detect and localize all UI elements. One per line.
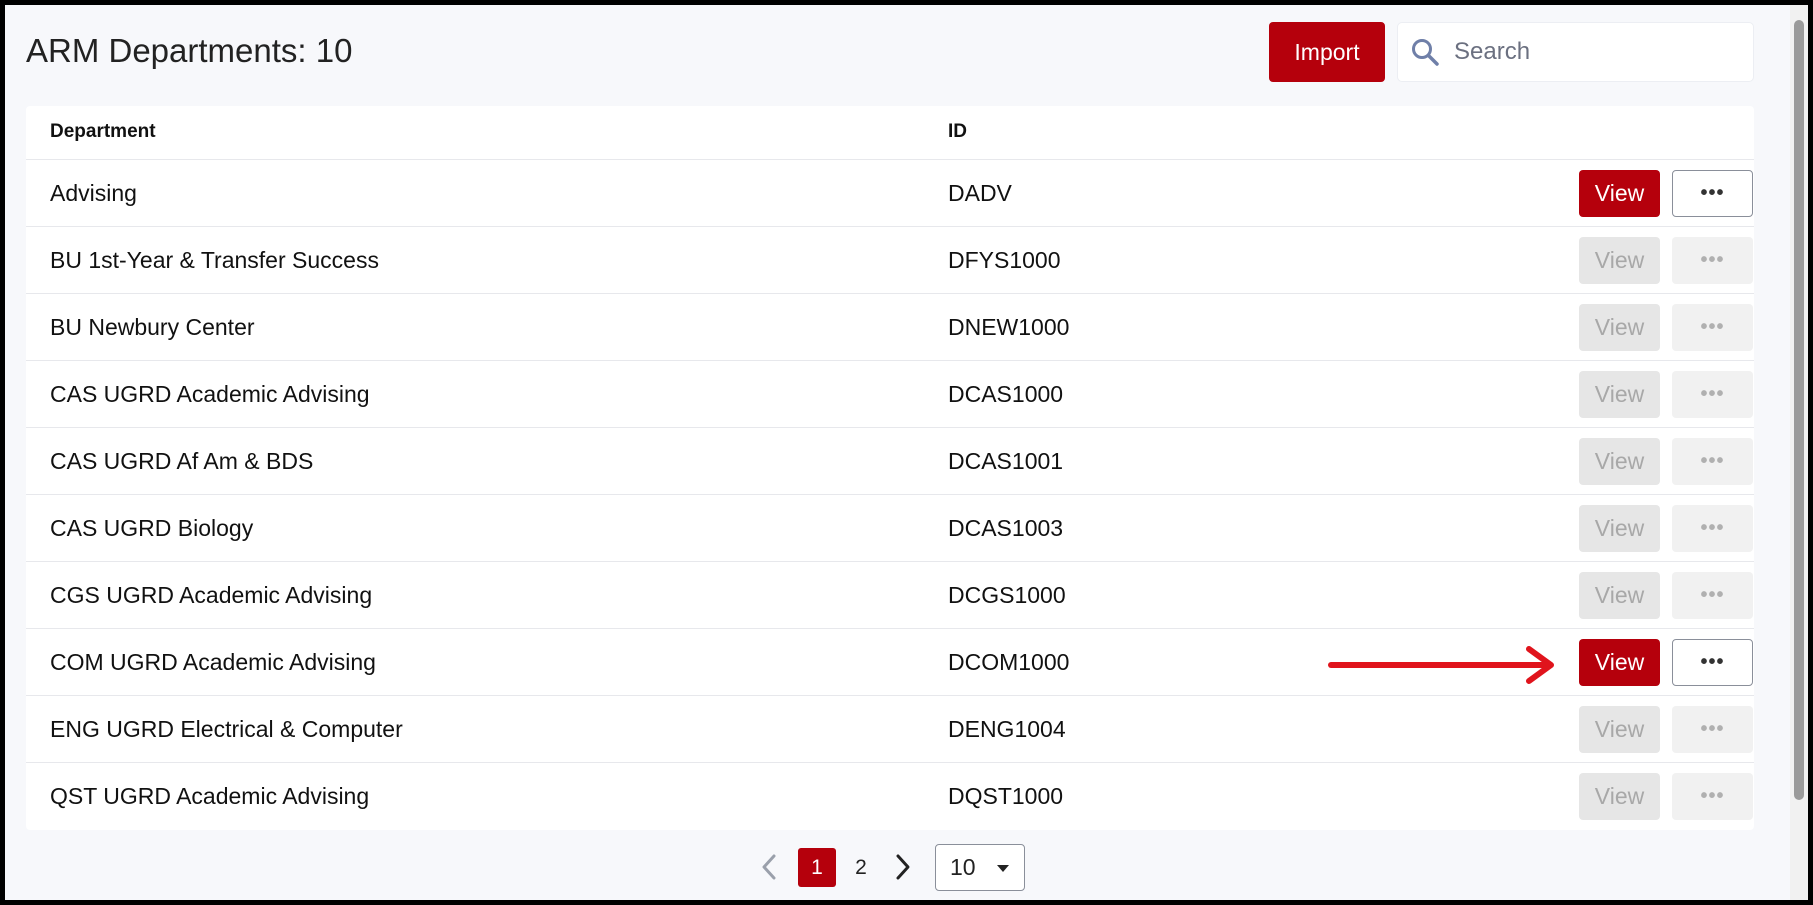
view-button[interactable]: View (1579, 304, 1660, 351)
table-row: ENG UGRD Electrical & Computer DENG1004 Vi… (26, 696, 1754, 763)
more-options-button[interactable]: ••• (1672, 639, 1753, 686)
department-id: DENG1004 (948, 716, 1066, 742)
import-button[interactable]: Import (1269, 22, 1385, 82)
ellipsis-icon: ••• (1700, 383, 1725, 405)
department-id: DCGS1000 (948, 582, 1066, 608)
department-name: CGS UGRD Academic Advising (50, 582, 373, 608)
table-row: CAS UGRD Academic Advising DCAS1000 View ••… (26, 361, 1754, 428)
more-options-button[interactable]: ••• (1672, 773, 1753, 820)
department-name: CAS UGRD Academic Advising (50, 381, 370, 407)
annotation-arrow-icon (1328, 646, 1554, 684)
page-2-button[interactable]: 2 (842, 848, 880, 887)
department-id: DCAS1003 (948, 515, 1064, 541)
column-header-id: ID (948, 121, 967, 142)
department-name: CAS UGRD Biology (50, 515, 254, 541)
departments-table: Department ID Advising DADV View ••• BU 1st-… (26, 106, 1754, 830)
search-box[interactable] (1397, 22, 1754, 82)
table-row: CAS UGRD Af Am & BDS DCAS1001 View ••• (26, 428, 1754, 495)
table-row: CGS UGRD Academic Advising DCGS1000 View ••… (26, 562, 1754, 629)
page-1-button[interactable]: 1 (798, 848, 836, 887)
ellipsis-icon: ••• (1700, 517, 1725, 539)
table-row: BU Newbury Center DNEW1000 View ••• (26, 294, 1754, 361)
department-name: COM UGRD Academic Advising (50, 649, 376, 675)
page-title: ARM Departments: 10 (26, 32, 353, 69)
department-id: DCAS1000 (948, 381, 1064, 407)
search-input[interactable] (1452, 37, 1736, 67)
page-size-select[interactable]: 10 (935, 844, 1025, 891)
search-icon (1412, 39, 1439, 66)
more-options-button[interactable]: ••• (1672, 505, 1753, 552)
ellipsis-icon: ••• (1700, 584, 1725, 606)
department-name: QST UGRD Academic Advising (50, 783, 370, 809)
department-id: DCAS1001 (948, 448, 1064, 474)
ellipsis-icon: ••• (1700, 316, 1725, 338)
view-button[interactable]: View (1579, 170, 1660, 217)
prev-page-icon[interactable] (758, 852, 780, 882)
more-options-button[interactable]: ••• (1672, 438, 1753, 485)
table-row: BU 1st-Year & Transfer Success DFYS1000 Vi… (26, 227, 1754, 294)
table-row: CAS UGRD Biology DCAS1003 View ••• (26, 495, 1754, 562)
view-button[interactable]: View (1579, 237, 1660, 284)
ellipsis-icon: ••• (1700, 785, 1725, 807)
view-button[interactable]: View (1579, 505, 1660, 552)
table-row: Advising DADV View ••• (26, 160, 1754, 227)
ellipsis-icon: ••• (1700, 182, 1725, 204)
scrollbar-thumb[interactable] (1794, 20, 1804, 800)
department-name: BU Newbury Center (50, 314, 255, 340)
department-id: DFYS1000 (948, 247, 1061, 273)
view-button[interactable]: View (1579, 773, 1660, 820)
view-button[interactable]: View (1579, 572, 1660, 619)
more-options-button[interactable]: ••• (1672, 706, 1753, 753)
caret-down-icon (997, 865, 1009, 872)
more-options-button[interactable]: ••• (1672, 371, 1753, 418)
view-button[interactable]: View (1579, 438, 1660, 485)
more-options-button[interactable]: ••• (1672, 170, 1753, 217)
department-id: DQST1000 (948, 783, 1064, 809)
ellipsis-icon: ••• (1700, 718, 1725, 740)
department-name: Advising (50, 180, 137, 206)
department-id: DNEW1000 (948, 314, 1070, 340)
page-size-value: 10 (950, 854, 976, 880)
more-options-button[interactable]: ••• (1672, 304, 1753, 351)
department-name: CAS UGRD Af Am & BDS (50, 448, 314, 474)
ellipsis-icon: ••• (1700, 249, 1725, 271)
view-button[interactable]: View (1579, 706, 1660, 753)
more-options-button[interactable]: ••• (1672, 572, 1753, 619)
next-page-icon[interactable] (892, 852, 914, 882)
ellipsis-icon: ••• (1700, 450, 1725, 472)
table-row: QST UGRD Academic Advising DQST1000 View ••… (26, 763, 1754, 829)
more-options-button[interactable]: ••• (1672, 237, 1753, 284)
department-name: BU 1st-Year & Transfer Success (50, 247, 379, 273)
view-button[interactable]: View (1579, 639, 1660, 686)
column-header-department: Department (50, 121, 156, 142)
ellipsis-icon: ••• (1700, 651, 1725, 673)
table-header: Department ID (26, 106, 1754, 160)
view-button[interactable]: View (1579, 371, 1660, 418)
department-name: ENG UGRD Electrical & Computer (50, 716, 403, 742)
department-id: DADV (948, 180, 1012, 206)
department-id: DCOM1000 (948, 649, 1070, 675)
